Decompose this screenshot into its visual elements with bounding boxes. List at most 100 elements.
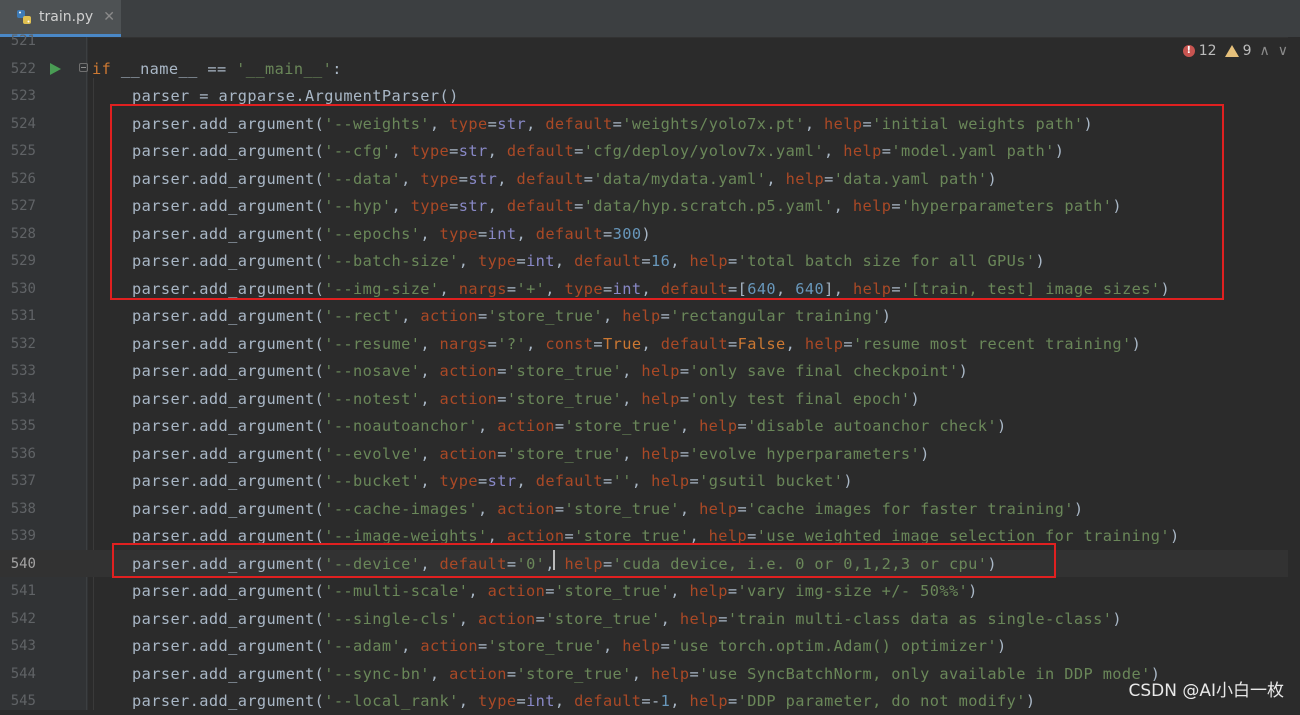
code-token: = [506,664,517,683]
line-number: 522 [10,60,36,77]
error-icon: ! [1182,45,1195,57]
string-token: 'store_true' [487,637,603,655]
highlight-box-arguments [110,104,1224,300]
code-token: = [660,637,671,655]
code-token: , [516,472,536,490]
run-icon[interactable] [50,62,61,75]
tab-label: train.py [39,9,94,25]
line-number: 544 [10,665,36,682]
code-line[interactable]: 542 parser.add_argument('--single-cls', a… [0,605,1300,633]
highlight-box-device [112,543,1056,578]
code-text: parser.add_argument('--bucket', type=str… [132,471,853,491]
code-token: = [727,334,738,353]
code-token: , [554,692,575,710]
code-line[interactable]: 521 [0,27,1300,55]
param-token: const [545,334,594,353]
code-line[interactable]: 533 parser.add_argument('--nosave', actio… [0,357,1300,385]
code-token: ) [1073,499,1084,518]
close-tab-icon[interactable]: ✕ [103,9,115,25]
code-line[interactable]: 522 if __name__ == '__main__': [0,55,1300,83]
param-token: help [641,444,680,463]
param-token: action [497,417,555,435]
code-token: = [689,472,700,490]
code-token: , [622,444,642,463]
code-token: , [420,472,440,490]
code-line[interactable]: 538 parser.add_argument('--cache-images',… [0,495,1300,523]
code-line[interactable]: 531 parser.add_argument('--rect', action=… [0,302,1300,330]
string-token: 'store_true' [506,444,623,463]
param-token: help [641,362,680,380]
code-token: ) [968,582,978,600]
code-token: = [497,444,507,463]
code-token: , [679,499,700,518]
code-token: = [660,307,671,325]
string-token: '?' [497,334,527,353]
code-token: , [526,334,546,353]
line-number: 534 [10,390,36,407]
code-token: = [535,609,546,628]
string-token: 'store_true' [487,307,603,325]
code-text: parser = argparse.ArgumentParser() [132,86,459,106]
string-token: 'only test final epoch' [689,389,911,408]
param-token: type [477,692,517,710]
string-token: 'rectangular training' [670,307,882,325]
line-number: 529 [10,253,36,269]
code-line[interactable]: 532 parser.add_argument('--resume', nargs… [0,330,1300,358]
string-token: 'store_true' [516,664,632,683]
error-count: 12 [1198,43,1217,59]
code-token: , [670,582,690,600]
code-token: , [429,664,450,683]
code-line[interactable]: 544 parser.add_argument('--sync-bn', acti… [0,660,1300,688]
line-number: 540 [10,555,36,572]
editor-scrollbar[interactable] [1288,37,1300,710]
code-text: parser.add_argument('--local_rank', type… [132,691,1036,711]
number-token: 1 [660,692,671,710]
param-token: action [487,582,546,600]
code-token: ) [997,417,1007,435]
string-token: '--rect' [324,307,402,325]
line-number: 545 [10,693,36,709]
code-line[interactable]: 545 parser.add_argument('--local_rank', t… [0,687,1300,715]
line-number: 523 [10,88,36,104]
line-number: 535 [10,418,36,434]
code-line[interactable]: 535 parser.add_argument('--noautoanchor',… [0,412,1300,440]
string-token: '--cache-images' [324,499,478,518]
string-token: '--noautoanchor' [324,417,478,435]
code-token: , [458,609,478,628]
fold-icon[interactable] [79,62,88,72]
string-token: '--resume' [324,334,421,353]
line-number: 542 [10,610,36,627]
code-line[interactable]: 534 parser.add_argument('--notest', actio… [0,385,1300,413]
inspections-widget[interactable]: ! 12 9 ∧ ∨ [1182,43,1288,59]
code-line[interactable]: 536 parser.add_argument('--evolve', actio… [0,440,1300,468]
builtin-token: int [526,692,555,710]
code-text: parser.add_argument('--noautoanchor', ac… [132,416,1007,436]
code-text: parser.add_argument('--resume', nargs='?… [132,334,1141,354]
code-line[interactable]: 543 parser.add_argument('--adam', action=… [0,632,1300,660]
line-number: 536 [10,445,36,462]
code-token: , [420,362,440,380]
chevron-up-icon[interactable]: ∧ [1260,43,1270,59]
code-token: = [497,362,507,380]
code-text: parser.add_argument('--notest', action='… [132,389,920,409]
code-token: parser.add_argument( [132,362,325,380]
code-token: parser.add_argument( [132,307,325,325]
code-line[interactable]: 541 parser.add_argument('--multi-scale', … [0,577,1300,605]
chevron-down-icon[interactable]: ∨ [1278,43,1288,59]
code-token: = [554,417,565,435]
string-token: '' [612,472,632,490]
param-token: help [689,692,728,710]
param-token: help [689,582,728,600]
string-token: 'store_true' [564,499,680,518]
string-token: 'store_true' [545,609,661,628]
code-token: parser.add_argument( [132,472,325,490]
code-token: parser = argparse.ArgumentParser() [132,87,459,105]
code-token: ) [910,389,921,408]
code-token: , [660,609,680,628]
line-number: 531 [10,308,36,324]
code-line[interactable]: 537 parser.add_argument('--bucket', type=… [0,467,1300,495]
code-token: parser.add_argument( [132,499,325,518]
code-token: = [689,664,700,683]
code-token: parser.add_argument( [132,664,325,683]
code-text: parser.add_argument('--single-cls', acti… [132,609,1122,629]
